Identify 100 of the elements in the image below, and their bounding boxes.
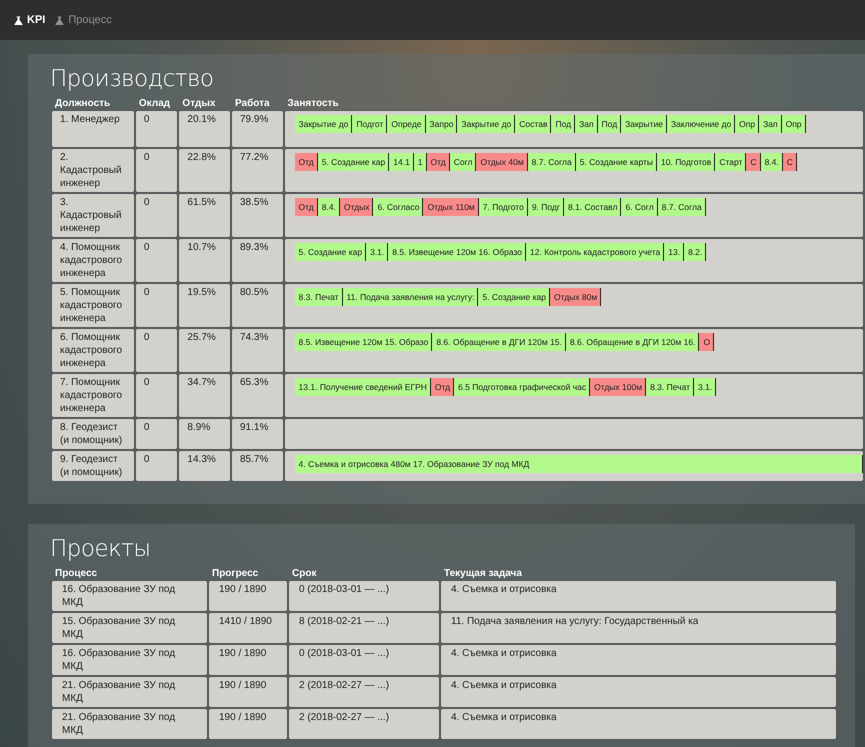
task-segment: Опр xyxy=(735,115,760,133)
rest-segment: Отд xyxy=(426,153,450,171)
table-cell: 91.1% xyxy=(232,419,283,449)
table-cell: 22.8% xyxy=(179,149,230,192)
nav-link[interactable]: KPI xyxy=(14,14,46,26)
table-cell: 190 / 1890 xyxy=(209,645,287,675)
task-segment: 10. Подготов xyxy=(657,153,716,171)
task-segment: Под xyxy=(551,115,576,133)
rest-segment: Отдых xyxy=(340,198,374,216)
table-cell: 16. Образование ЗУ под МКД xyxy=(52,645,207,675)
table-cell: 20.1% xyxy=(179,111,230,147)
table-cell: 8. Геодезист (и помощник) xyxy=(52,419,134,449)
table-cell: 0 xyxy=(136,194,178,237)
table-cell: 0 xyxy=(136,284,178,327)
table-cell: 38.5% xyxy=(232,194,283,237)
table-cell: 0 xyxy=(136,239,178,282)
table-cell: 34.7% xyxy=(179,374,230,417)
table-cell: 7. Помощник кадастрового инженера xyxy=(52,374,134,417)
flask-icon xyxy=(55,16,64,24)
rest-segment: Отдых 110м xyxy=(423,198,479,216)
table-cell: 8 (2018-02-21 — ...) xyxy=(289,613,439,643)
task-segment: 8.2. xyxy=(684,243,706,261)
task-segment: 3.1. xyxy=(366,243,388,261)
table-cell: 2. Кадастровый инженер xyxy=(52,149,134,192)
task-segment: 5. Создание кар xyxy=(478,288,550,306)
table-cell: 190 / 1890 xyxy=(209,581,287,611)
task-segment: 9. Подг xyxy=(528,198,564,216)
table-cell: 19.5% xyxy=(179,284,230,327)
table-cell: 1. Менеджер xyxy=(52,111,134,147)
column-header: Срок xyxy=(291,568,318,579)
table-cell: 0 xyxy=(136,419,178,449)
task-segment: 8.5. Извещение 120м 15. Образо xyxy=(294,333,432,351)
task-segment: 6. Согл xyxy=(621,198,658,216)
table-cell: 2 (2018-02-27 — ...) xyxy=(289,677,439,707)
table-cell: 61.5% xyxy=(179,194,230,237)
task-segment: Заключение до xyxy=(666,115,736,133)
task-segment: Опреде xyxy=(387,115,426,133)
task-segment: 8.1. Составл xyxy=(564,198,622,216)
task-segment: Подгот xyxy=(352,115,388,133)
rest-segment: Отд xyxy=(430,378,454,396)
table-cell: 77.2% xyxy=(232,149,283,192)
task-segment: 5. Создание карты xyxy=(576,153,658,171)
task-segment: 11. Подача заявления на услугу: xyxy=(342,288,478,306)
column-header: Должность xyxy=(54,98,112,109)
rest-segment: С xyxy=(782,153,797,171)
task-segment: Старт xyxy=(715,153,746,171)
rest-segment: С xyxy=(746,153,761,171)
table-cell: 79.9% xyxy=(232,111,283,147)
table-cell: 21. Образование ЗУ под МКД xyxy=(52,677,207,707)
table-cell: 85.7% xyxy=(232,451,283,481)
task-segment: 13.1. Получение сведений ЕГРН xyxy=(294,378,431,396)
table-cell: 0 (2018-03-01 — ...) xyxy=(289,581,439,611)
table-cell: 0 xyxy=(136,451,178,481)
column-header: Текущая задача xyxy=(443,568,523,579)
table-cell: 6. Помощник кадастрового инженера xyxy=(52,329,134,372)
table-cell: 4. Съемка и отрисовка xyxy=(441,709,836,739)
table-cell: 4. Съемка и отрисовка xyxy=(441,581,836,611)
table-cell: 190 / 1890 xyxy=(209,677,287,707)
column-header: Работа xyxy=(234,98,271,109)
task-segment: 3.1. xyxy=(694,378,716,396)
task-segment: 6. Согласо xyxy=(373,198,424,216)
table-cell: 0 xyxy=(136,111,178,147)
table-cell: 21. Образование ЗУ под МКД xyxy=(52,709,207,739)
rest-segment: Отдых 100м xyxy=(590,378,646,396)
table-cell: 2 (2018-02-27 — ...) xyxy=(289,709,439,739)
column-header: Отдых xyxy=(181,98,216,109)
table-cell: 74.3% xyxy=(232,329,283,372)
task-segment: 1 xyxy=(414,153,427,171)
table-cell: 16. Образование ЗУ под МКД xyxy=(52,581,207,611)
table-cell: 0 xyxy=(136,329,178,372)
table-cell: 1410 / 1890 xyxy=(209,613,287,643)
task-segment: 8.3. Печат xyxy=(294,288,343,306)
table-cell: 14.3% xyxy=(179,451,230,481)
rest-segment: Отд xyxy=(294,153,318,171)
task-segment: 8.4. xyxy=(318,198,340,216)
table-cell: 4. Помощник кадастрового инженера xyxy=(52,239,134,282)
task-segment: 8.3. Печат xyxy=(646,378,694,396)
table-cell: 4. Съемка и отрисовка xyxy=(441,677,836,707)
section-title: Проекты xyxy=(50,536,150,562)
task-segment: 12. Контроль кадастрового учета xyxy=(526,243,664,261)
table-cell: 65.3% xyxy=(232,374,283,417)
task-segment: 8.7. Согла xyxy=(528,153,576,171)
table-cell: 9. Геодезист (и помощник) xyxy=(52,451,134,481)
rest-segment: Отд xyxy=(294,198,318,216)
task-segment: Состав xyxy=(515,115,552,133)
rest-segment: Отдых 80м xyxy=(550,288,602,306)
column-header: Занятость xyxy=(286,98,340,109)
nav-link[interactable]: Процесс xyxy=(55,14,112,26)
task-segment: 6.5 Подготовка графической час xyxy=(454,378,590,396)
task-segment: Запро xyxy=(426,115,458,133)
task-segment: Зап xyxy=(575,115,598,133)
task-segment: 13. xyxy=(664,243,684,261)
table-cell: 0 xyxy=(136,374,178,417)
rest-segment: Отдых 40м xyxy=(476,153,528,171)
task-segment: Закрытие xyxy=(621,115,667,133)
table-cell: 4. Съемка и отрисовка xyxy=(441,645,836,675)
task-segment: Закрытие до xyxy=(294,115,352,133)
task-segment: 5. Создание кар xyxy=(318,153,390,171)
task-segment: Закрытие до xyxy=(457,115,516,133)
task-segment: 4. Съемка и отрисовка 480м 17. Образование ЗУ под МКД xyxy=(294,455,863,473)
